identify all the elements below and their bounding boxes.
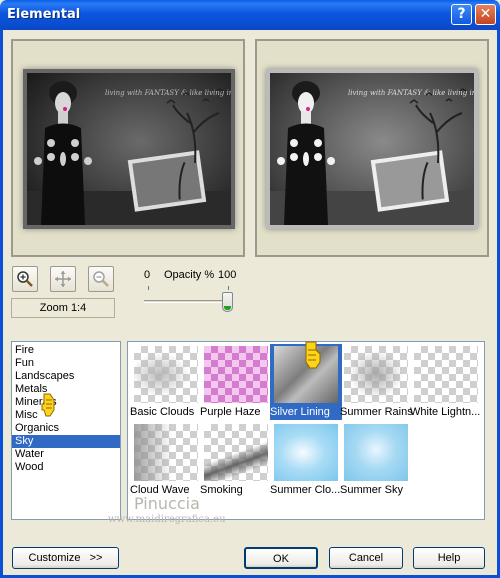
preset-basic-clouds[interactable]: Basic Clouds [130, 344, 202, 420]
pointing-hand-icon [305, 341, 321, 369]
preset-smoking[interactable]: Smoking [200, 422, 272, 498]
preset-summer-clouds[interactable]: Summer Clo... [270, 422, 342, 498]
category-item[interactable]: Landscapes [12, 370, 120, 383]
cancel-button[interactable]: Cancel [329, 547, 403, 569]
preset-purple-haze[interactable]: Purple Haze [200, 344, 272, 420]
before-preview-image[interactable]: living with FANTASY & like living in a D… [23, 69, 235, 229]
watermark-url: www.maidiregrafica.eu [108, 514, 226, 525]
preset-thumbnail [344, 346, 408, 403]
preset-summer-sky[interactable]: Summer Sky [340, 422, 412, 498]
pan-button[interactable] [50, 266, 76, 292]
category-item[interactable]: Water [12, 448, 120, 461]
category-item-selected[interactable]: Sky [12, 435, 120, 448]
watermark-name: Pinuccia [134, 494, 200, 513]
preset-label: Summer Sky [340, 484, 403, 496]
slider-tick-max [228, 286, 229, 290]
category-item[interactable]: Minerals [12, 396, 120, 409]
help-title-button[interactable]: ? [451, 4, 472, 25]
pan-icon [55, 271, 71, 287]
category-item[interactable]: Metals [12, 383, 120, 396]
preset-white-lightning[interactable]: White Lightn... [410, 344, 482, 420]
window-title: Elemental [7, 7, 81, 22]
ok-button[interactable]: OK [244, 547, 318, 569]
preset-thumbnail [204, 346, 268, 403]
slider-tick-min [148, 286, 149, 290]
after-image-graphic: living with FANTASY & like living in a D… [270, 73, 474, 225]
after-preview-panel: living with FANTASY & like living in a D… [255, 39, 489, 257]
preset-thumbnail [274, 424, 338, 481]
help-button[interactable]: Help [413, 547, 485, 569]
before-image-graphic: living with FANTASY & like living in a D… [27, 73, 231, 225]
zoom-level-label: Zoom 1:4 [11, 298, 115, 318]
close-button[interactable]: ✕ [475, 4, 496, 25]
category-item[interactable]: Fire [12, 344, 120, 357]
customize-button[interactable]: Customize >> [12, 547, 119, 569]
before-image-text: living with FANTASY & like living in a D… [105, 89, 231, 97]
preset-thumbnail [204, 424, 268, 481]
category-item[interactable]: Misc [12, 409, 120, 422]
slider-track [144, 300, 232, 303]
opacity-max-label: 100 [218, 269, 237, 281]
zoom-out-button[interactable] [88, 266, 114, 292]
preset-summer-rains[interactable]: Summer Rains [340, 344, 413, 420]
after-preview-image[interactable]: living with FANTASY & like living in a D… [266, 69, 478, 229]
opacity-min-label: 0 [144, 269, 151, 281]
slider-thumb[interactable] [222, 292, 233, 312]
preset-thumbnail [134, 346, 198, 403]
opacity-label: Opacity % [164, 269, 215, 281]
category-item[interactable]: Organics [12, 422, 120, 435]
opacity-slider[interactable] [142, 284, 238, 314]
preset-cloud-wave[interactable]: Cloud Wave [130, 422, 202, 498]
category-item[interactable]: Wood [12, 461, 120, 474]
zoom-in-button[interactable] [12, 266, 38, 292]
preset-thumbnail [134, 424, 198, 481]
preset-thumbnail [344, 424, 408, 481]
preset-thumbnail [414, 346, 478, 403]
pointing-hand-icon [41, 393, 55, 417]
title-bar: Elemental ? ✕ [0, 0, 500, 30]
before-preview-panel: living with FANTASY & like living in a D… [11, 39, 245, 257]
category-list[interactable]: Fire Fun Landscapes Metals Minerals Misc… [11, 341, 121, 520]
preset-label: White Lightn... [410, 406, 481, 418]
category-item[interactable]: Fun [12, 357, 120, 370]
after-image-text: living with FANTASY & like living in a D… [348, 89, 474, 97]
zoom-in-icon [17, 271, 33, 287]
zoom-out-icon [93, 271, 109, 287]
